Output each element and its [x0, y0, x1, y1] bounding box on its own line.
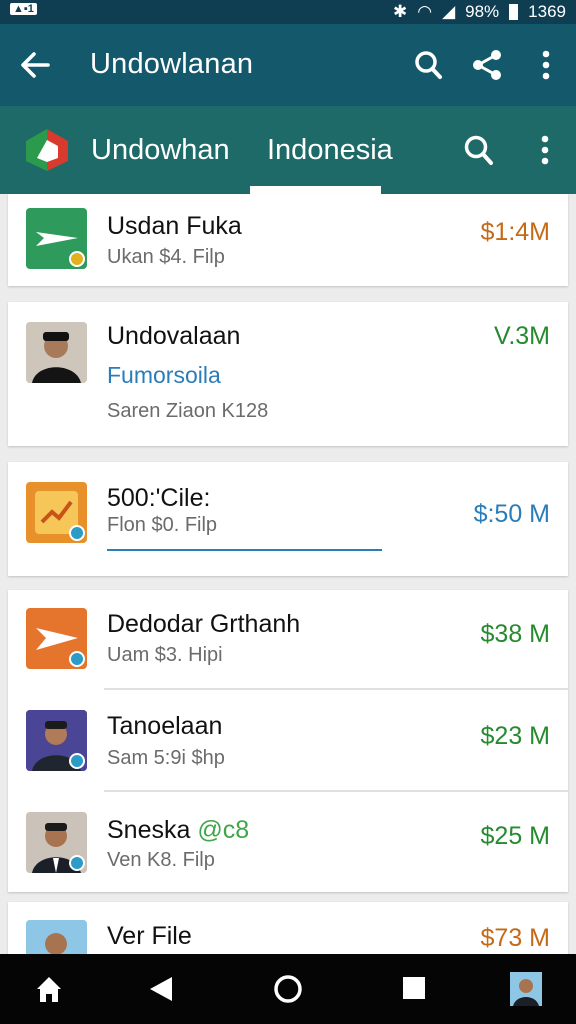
list-card: 500:'Cile: Flon $0. Filp $:50 M: [8, 462, 568, 576]
avatar: [26, 812, 87, 873]
list-card: Ver File $73 M: [8, 902, 568, 981]
item-title: Undovalaan: [107, 322, 241, 350]
list-item[interactable]: Tanoelaan Sam 5:9i $hp $23 M: [8, 690, 568, 790]
back-icon[interactable]: [148, 975, 174, 1003]
avatar: [26, 322, 87, 383]
item-subtitle: Sam 5:9i $hp: [107, 747, 225, 769]
wifi-icon: ◠: [417, 2, 433, 21]
battery-icon: [509, 4, 519, 20]
tab-indicator: [250, 186, 381, 194]
circle-icon[interactable]: [272, 973, 304, 1005]
list-item[interactable]: Dedodar Grthanh Uam $3. Hipi $38 M: [8, 590, 568, 688]
page-title: Undowlanan: [90, 48, 254, 80]
status-bar: ▲▪1 ✱ ◠ ◢ 98% 1369: [0, 0, 576, 24]
item-title: Sneska @c8: [107, 816, 249, 845]
paper-plane-icon: [26, 208, 87, 269]
app-bar: Undowlanan: [0, 24, 576, 106]
chart-document-icon: [26, 482, 87, 543]
item-title: Usdan Fuka: [107, 212, 242, 240]
progress-line: [107, 549, 382, 551]
clock: 1369: [528, 2, 566, 21]
navigation-bar: [0, 954, 576, 1024]
item-title: Dedodar Grthanh: [107, 610, 301, 638]
item-title: Ver File: [107, 922, 192, 950]
list-item[interactable]: Usdan Fuka Ukan $4. Filp $1:4M: [8, 194, 568, 286]
more-vert-icon[interactable]: [528, 132, 562, 168]
list-card: Dedodar Grthanh Uam $3. Hipi $38 M Tanoe…: [8, 590, 568, 892]
status-right: ✱ ◠ ◢ 98% 1369: [393, 2, 566, 22]
bluetooth-icon: ✱: [392, 2, 408, 21]
list-item[interactable]: Undovalaan Fumorsoila Saren Ziaon K128 V…: [8, 302, 568, 446]
item-title: 500:'Cile:: [107, 484, 211, 512]
app-logo-icon: [26, 129, 68, 171]
list-item[interactable]: 500:'Cile: Flon $0. Filp $:50 M: [8, 462, 568, 576]
notification-icon: ▲▪1: [10, 3, 37, 15]
list-card: Usdan Fuka Ukan $4. Filp $1:4M: [8, 194, 568, 286]
item-subtitle: Ven K8. Filp: [107, 849, 215, 871]
item-subtitle: Ukan $4. Filp: [107, 246, 225, 268]
share-icon[interactable]: [471, 48, 503, 82]
item-subtitle: Uam $3. Hipi: [107, 644, 223, 666]
item-subtitle: Saren Ziaon K128: [107, 400, 269, 422]
list-card: Undovalaan Fumorsoila Saren Ziaon K128 V…: [8, 302, 568, 446]
item-title-text: Sneska: [107, 816, 191, 844]
battery-percent: 98%: [465, 2, 500, 21]
signal-icon: ◢: [442, 2, 456, 21]
paper-plane-icon: [26, 608, 87, 669]
list-item[interactable]: Ver File $73 M: [8, 902, 568, 981]
item-link[interactable]: Fumorsoila: [107, 362, 221, 389]
tab-bar: Undowhan Indonesia: [0, 106, 576, 194]
tab-app-name[interactable]: Undowhan: [91, 134, 230, 167]
home-icon[interactable]: [34, 974, 64, 1004]
item-amount: $25 M: [480, 822, 550, 850]
search-icon[interactable]: [413, 48, 445, 82]
square-icon[interactable]: [402, 976, 426, 1000]
item-amount: $:50 M: [473, 500, 550, 528]
item-title: Tanoelaan: [107, 712, 223, 740]
list-item[interactable]: Sneska @c8 Ven K8. Filp $25 M: [8, 792, 568, 892]
avatar: [26, 710, 87, 771]
item-amount: $73 M: [480, 924, 550, 952]
tab-indonesia[interactable]: Indonesia: [267, 134, 393, 167]
item-amount: V.3M: [493, 322, 550, 350]
item-amount: $1:4M: [480, 218, 550, 246]
avatar[interactable]: [510, 972, 542, 1006]
item-amount: $23 M: [480, 722, 550, 750]
item-title-tag: @c8: [197, 816, 250, 844]
search-icon[interactable]: [462, 132, 496, 168]
item-subtitle: Flon $0. Filp: [107, 514, 218, 536]
item-amount: $38 M: [480, 620, 550, 648]
back-arrow-icon[interactable]: [18, 46, 52, 84]
more-vert-icon[interactable]: [530, 48, 562, 82]
